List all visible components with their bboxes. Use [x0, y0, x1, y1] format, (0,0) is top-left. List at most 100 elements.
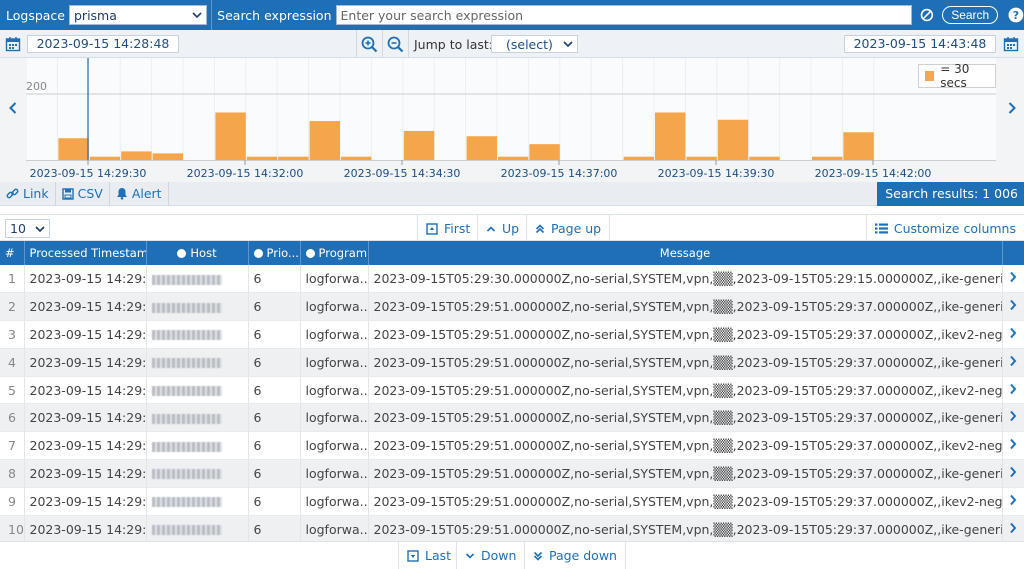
- table-row[interactable]: 22023-09-15 14:29:51 6logforwa...2023-09-…: [0, 292, 1024, 322]
- histogram-bar[interactable]: [655, 112, 686, 160]
- table-row[interactable]: 102023-09-15 14:29:51 6logforwa...2023-09…: [0, 515, 1024, 544]
- histogram-bar[interactable]: [152, 153, 183, 160]
- table-row[interactable]: 32023-09-15 14:29:51 6logforwa...2023-09-…: [0, 320, 1024, 349]
- row-expand-button[interactable]: [1002, 431, 1024, 461]
- last-page-button[interactable]: Last: [398, 542, 459, 569]
- page-down-button[interactable]: Page down: [524, 542, 626, 569]
- table-row[interactable]: 72023-09-15 14:29:51 6logforwa...2023-09-…: [0, 431, 1024, 461]
- col-header-host-label: Host: [190, 246, 217, 260]
- histogram-bar[interactable]: [843, 132, 874, 160]
- chevron-down-icon: [35, 225, 45, 232]
- row-expand-button[interactable]: [1002, 515, 1024, 544]
- cell-message: 2023-09-15T05:29:51.000000Z,no-serial,SY…: [368, 376, 1003, 405]
- cell-timestamp: 2023-09-15 14:29:51: [24, 487, 147, 516]
- histogram-bar[interactable]: [498, 156, 529, 160]
- histogram-bar[interactable]: [121, 151, 152, 160]
- histogram-bar[interactable]: [466, 136, 497, 160]
- table-row[interactable]: 42023-09-15 14:29:51 6logforwa...2023-09-…: [0, 348, 1024, 377]
- search-results-count: Search results: 1 006: [877, 182, 1024, 206]
- page-up-button[interactable]: Page up: [526, 215, 611, 242]
- cell-priority: 6: [248, 376, 301, 405]
- chevron-up-icon: [486, 225, 496, 232]
- x-tick-label: 2023-09-15 14:39:30: [658, 167, 775, 180]
- row-expand-button[interactable]: [1002, 348, 1024, 377]
- calendar-icon[interactable]: [5, 36, 21, 52]
- link-button[interactable]: Link: [0, 181, 56, 206]
- row-expand-button[interactable]: [1002, 459, 1024, 488]
- row-expand-button[interactable]: [1002, 292, 1024, 322]
- cell-message: 2023-09-15T05:29:51.000000Z,no-serial,SY…: [368, 292, 1003, 322]
- histogram-prev-button[interactable]: [6, 98, 20, 118]
- table-row[interactable]: 92023-09-15 14:29:51 6logforwa...2023-09-…: [0, 487, 1024, 516]
- cell-host: [146, 320, 249, 349]
- cell-message: 2023-09-15T05:29:51.000000Z,no-serial,SY…: [368, 320, 1003, 349]
- row-expand-button[interactable]: [1002, 320, 1024, 349]
- cell-program: logforwa...: [300, 459, 369, 488]
- legend-swatch: [925, 71, 935, 81]
- histogram-bar[interactable]: [309, 121, 340, 160]
- histogram-bar[interactable]: [215, 112, 246, 160]
- histogram-bar[interactable]: [749, 156, 780, 160]
- end-date-input[interactable]: 2023-09-15 14:43:48: [844, 35, 996, 53]
- jump-to-last-select[interactable]: (select): [491, 35, 578, 53]
- link-icon: [6, 188, 19, 199]
- histogram-bar[interactable]: [246, 156, 278, 160]
- col-header-program-label: Program: [318, 246, 368, 260]
- row-expand-button[interactable]: [1002, 403, 1024, 433]
- row-expand-button[interactable]: [1002, 376, 1024, 405]
- redacted-host: [151, 358, 222, 369]
- col-header-host[interactable]: Host: [146, 241, 249, 265]
- table-row[interactable]: 82023-09-15 14:29:51 6logforwa...2023-09-…: [0, 459, 1024, 488]
- first-label: First: [444, 221, 471, 236]
- histogram-bar[interactable]: [341, 156, 372, 160]
- col-header-num[interactable]: #: [0, 241, 25, 265]
- col-header-timestamp[interactable]: Processed Timestamp: [24, 241, 147, 265]
- redacted-host: [151, 525, 222, 536]
- search-button[interactable]: Search: [942, 6, 999, 24]
- histogram-bar[interactable]: [812, 156, 843, 160]
- table-row[interactable]: 52023-09-15 14:29:51 6logforwa...2023-09-…: [0, 376, 1024, 405]
- legend-label: = 30 secs: [940, 62, 970, 90]
- help-icon[interactable]: ?: [1008, 7, 1024, 23]
- double-chevron-up-icon: [535, 223, 545, 233]
- histogram: 200 2023-09-15 14:29:30 2023-09-15 14:32:0…: [0, 58, 1024, 182]
- histogram-bar[interactable]: [529, 144, 560, 160]
- page-down-label: Page down: [549, 548, 617, 563]
- histogram-bar[interactable]: [686, 156, 717, 160]
- histogram-bar[interactable]: [623, 156, 654, 160]
- col-header-program[interactable]: Program: [300, 241, 369, 265]
- histogram-bar[interactable]: [58, 138, 89, 160]
- row-expand-button[interactable]: [1002, 487, 1024, 516]
- page-size-select[interactable]: 10: [5, 219, 50, 238]
- row-expand-button[interactable]: [1002, 265, 1024, 294]
- redacted-host: [151, 330, 222, 341]
- start-date-input[interactable]: 2023-09-15 14:28:48: [27, 35, 179, 53]
- calendar-icon[interactable]: [1003, 36, 1019, 52]
- down-button[interactable]: Down: [456, 542, 524, 569]
- cell-priority: 6: [248, 487, 301, 516]
- clear-icon[interactable]: [920, 8, 934, 22]
- csv-button[interactable]: CSV: [56, 181, 110, 206]
- first-page-button[interactable]: First: [417, 215, 478, 242]
- customize-columns-button[interactable]: Customize columns: [865, 215, 1024, 242]
- zoom-out-button[interactable]: [382, 30, 408, 58]
- zoom-in-icon: [361, 36, 378, 52]
- histogram-bar[interactable]: [717, 119, 749, 160]
- histogram-chart[interactable]: 200 2023-09-15 14:29:30 2023-09-15 14:32:0…: [26, 58, 996, 182]
- up-button[interactable]: Up: [477, 215, 527, 242]
- histogram-bar[interactable]: [403, 130, 435, 160]
- chevron-left-icon: [9, 102, 17, 114]
- table-row[interactable]: 12023-09-15 14:29:30 6logforwa...2023-09-…: [0, 265, 1024, 294]
- page-up-label: Page up: [551, 221, 602, 236]
- histogram-bar[interactable]: [89, 156, 121, 160]
- histogram-bar[interactable]: [278, 156, 309, 160]
- alert-button[interactable]: Alert: [110, 181, 169, 206]
- col-header-priority[interactable]: Prio...: [248, 241, 301, 265]
- col-header-message[interactable]: Message: [368, 241, 1003, 265]
- cell-host: [146, 487, 249, 516]
- logspace-select[interactable]: prisma: [69, 5, 208, 25]
- table-row[interactable]: 62023-09-15 14:29:516logforwa...2023-09-…: [0, 403, 1024, 433]
- search-input[interactable]: [335, 5, 913, 25]
- histogram-next-button[interactable]: [1005, 98, 1019, 118]
- zoom-in-button[interactable]: [356, 30, 382, 58]
